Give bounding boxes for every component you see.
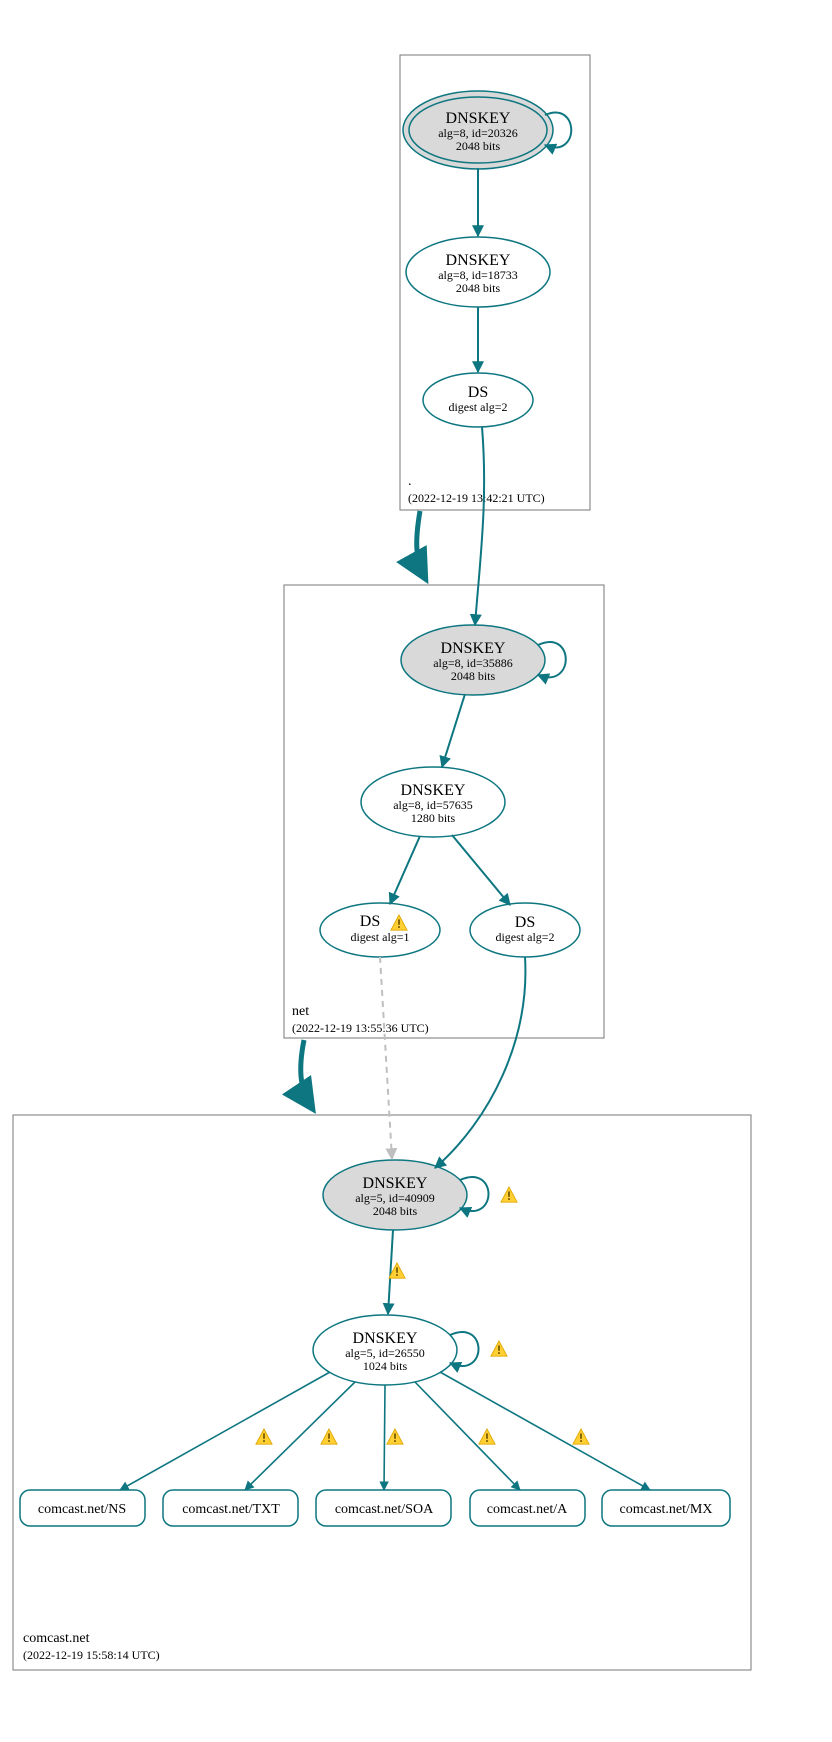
net-ds2-title: DS [515,914,535,931]
net-ksk-alg: alg=8, id=35886 [433,656,513,670]
edge-netzsk-ds2 [452,835,510,905]
root-ds-alg: digest alg=2 [448,400,507,414]
edge-net-to-comcast [301,1040,312,1108]
net-ksk-bits: 2048 bits [451,669,496,683]
rr-soa-label: comcast.net/SOA [335,1502,434,1517]
comcast-zsk-title: DNSKEY [353,1330,418,1347]
net-ds1-alg: digest alg=1 [350,930,409,944]
warning-icon [491,1341,507,1356]
warning-icon [321,1429,337,1444]
edge-root-to-net [417,511,425,578]
edge-netksk-netzsk [442,694,465,767]
zone-label-net: net [292,1004,309,1019]
net-zsk-title: DNSKEY [401,782,466,799]
rr-txt-label: comcast.net/TXT [182,1502,280,1517]
rr-a-label: comcast.net/A [487,1502,568,1517]
root-zsk-bits: 2048 bits [456,281,501,295]
comcast-ksk-title: DNSKEY [363,1175,428,1192]
edge-netds1-comksk [380,957,392,1159]
warning-icon [387,1429,403,1444]
warning-icon [501,1187,517,1202]
rr-mx-label: comcast.net/MX [620,1502,713,1517]
comcast-zsk-bits: 1024 bits [363,1359,408,1373]
rr-ns-label: comcast.net/NS [38,1502,126,1517]
edge-rootds-netksk [475,427,484,625]
edge-zsk-ns [120,1372,330,1490]
dnssec-diagram: . (2022-12-19 13:42:21 UTC) DNSKEY alg=8… [0,0,832,1742]
comcast-ksk-bits: 2048 bits [373,1204,418,1218]
warning-icon [479,1429,495,1444]
warning-icon [256,1429,272,1444]
root-ksk-title: DNSKEY [446,110,511,127]
net-ds2-alg: digest alg=2 [495,930,554,944]
edge-netzsk-ds1 [390,836,420,904]
root-zsk-title: DNSKEY [446,252,511,269]
comcast-ksk-alg: alg=5, id=40909 [355,1191,435,1205]
edge-zsk-mx [440,1372,650,1490]
edge-zsk-a [415,1382,520,1490]
root-ksk-alg: alg=8, id=20326 [438,126,518,140]
warning-icon [573,1429,589,1444]
edge-zsk-soa [384,1385,385,1490]
net-zsk-alg: alg=8, id=57635 [393,798,473,812]
net-zsk-bits: 1280 bits [411,811,456,825]
net-ksk-title: DNSKEY [441,640,506,657]
net-ds1-title: DS [360,913,380,930]
zone-timestamp-root: (2022-12-19 13:42:21 UTC) [408,491,545,505]
zone-timestamp-comcast: (2022-12-19 15:58:14 UTC) [23,1648,160,1662]
zone-label-comcast: comcast.net [23,1631,90,1646]
comcast-zsk-alg: alg=5, id=26550 [345,1346,425,1360]
zone-timestamp-net: (2022-12-19 13:55:36 UTC) [292,1021,429,1035]
zone-label-root: . [408,474,412,489]
root-ksk-bits: 2048 bits [456,139,501,153]
root-zsk-alg: alg=8, id=18733 [438,268,518,282]
edge-netds2-comksk [435,957,525,1168]
root-ds-title: DS [468,384,488,401]
